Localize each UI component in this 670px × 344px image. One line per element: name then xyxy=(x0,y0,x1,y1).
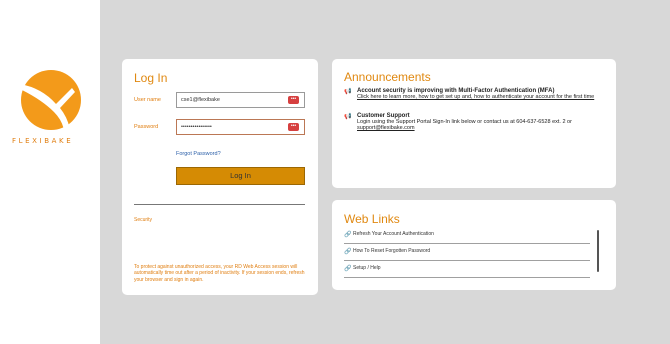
announcement-link[interactable]: Click here to learn more, how to get set… xyxy=(357,94,610,100)
web-links-title: Web Links xyxy=(344,212,400,226)
username-value: cse1@flexibake xyxy=(181,97,220,103)
web-link-item[interactable]: 🔗 Setup / Help xyxy=(344,261,590,278)
username-field[interactable]: cse1@flexibake ••• xyxy=(176,92,305,108)
announcements-title: Announcements xyxy=(344,70,431,84)
support-email-link[interactable]: support@flexibake.com xyxy=(357,125,610,131)
announcement-item: 📢 Account security is improving with Mul… xyxy=(344,88,610,100)
password-field[interactable]: •••••••••••••••• ••• xyxy=(176,119,305,135)
security-text: To protect against unauthorized access, … xyxy=(134,264,305,283)
megaphone-icon: 📢 xyxy=(344,114,352,120)
web-link-label: Setup / Help xyxy=(353,265,381,271)
password-label: Password xyxy=(134,124,159,130)
web-link-item[interactable]: 🔗 How To Reset Forgotten Password xyxy=(344,244,590,261)
security-label: Security xyxy=(134,217,153,223)
link-icon: 🔗 xyxy=(344,266,352,272)
password-value: •••••••••••••••• xyxy=(181,124,212,130)
link-icon: 🔗 xyxy=(344,232,352,238)
login-button[interactable]: Log In xyxy=(176,167,305,185)
brand-wordmark: FLEXIBAKE xyxy=(12,137,74,145)
web-link-label: Refresh Your Account Authentication xyxy=(353,231,434,237)
username-label: User name xyxy=(134,97,161,103)
announcements-card: Announcements 📢 Account security is impr… xyxy=(332,59,616,188)
link-icon: 🔗 xyxy=(344,249,352,255)
scrollbar[interactable] xyxy=(597,230,599,272)
megaphone-icon: 📢 xyxy=(344,89,352,95)
password-manager-icon[interactable]: ••• xyxy=(288,96,299,104)
password-manager-icon[interactable]: ••• xyxy=(288,123,299,131)
login-card: Log In User name cse1@flexibake ••• Pass… xyxy=(122,59,318,295)
announcement-item: 📢 Customer Support Login using the Suppo… xyxy=(344,113,610,132)
forgot-password-link[interactable]: Forgot Password? xyxy=(176,151,221,157)
web-links-card: Web Links 🔗 Refresh Your Account Authent… xyxy=(332,200,616,290)
divider xyxy=(134,204,305,205)
login-title: Log In xyxy=(134,71,168,85)
brand-panel: FLEXIBAKE xyxy=(0,0,100,344)
web-link-label: How To Reset Forgotten Password xyxy=(353,248,431,254)
web-link-item[interactable]: 🔗 Refresh Your Account Authentication xyxy=(344,227,590,244)
